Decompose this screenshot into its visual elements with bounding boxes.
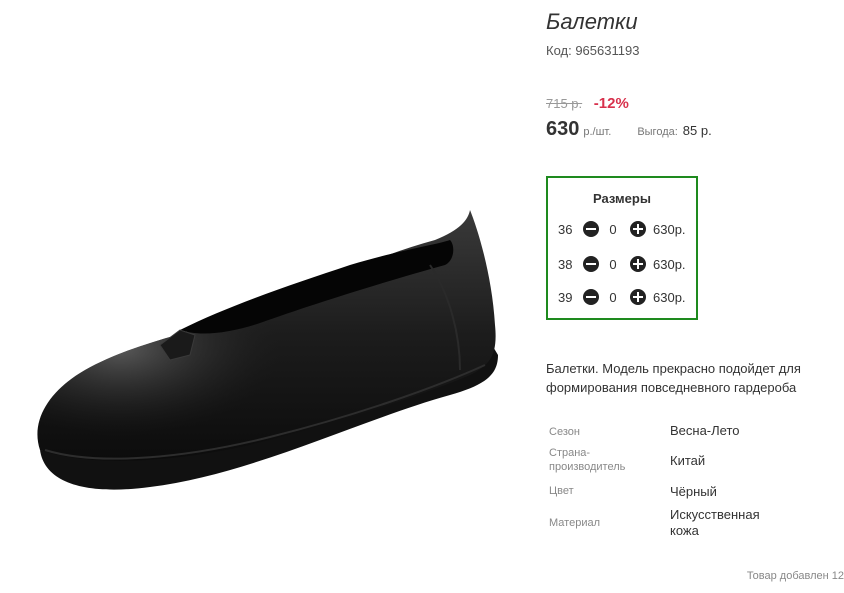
size-price: 630р.: [653, 256, 686, 272]
product-description: Балетки. Модель прекрасно подойдет для ф…: [546, 361, 801, 395]
size-row: 39 0 630р.: [558, 288, 698, 306]
spec-value: Весна-Лето: [670, 423, 740, 438]
spec-label: Цвет: [549, 485, 574, 497]
spec-label: Материал: [549, 517, 600, 529]
price-unit: р./шт.: [583, 126, 612, 138]
size-row: 36 0 630р.: [558, 220, 698, 238]
increase-quantity-button[interactable]: [630, 221, 646, 237]
decrease-quantity-button[interactable]: [583, 221, 599, 237]
quantity-value: 0: [609, 289, 617, 305]
decrease-quantity-button[interactable]: [583, 289, 599, 305]
price-row: 630 р./шт. Выгода: 85 р.: [546, 118, 836, 141]
product-image[interactable]: [30, 205, 500, 505]
old-price: 715 р.: [546, 96, 583, 111]
size-row: 38 0 630р.: [558, 255, 698, 273]
quantity-value: 0: [609, 221, 617, 237]
benefit-label: Выгода:: [637, 126, 678, 138]
discount-badge: -12%: [593, 95, 629, 112]
product-code: Код: 965631193: [546, 43, 640, 58]
spec-value: Искусственная кожа: [670, 507, 760, 538]
added-date-text: Товар добавлен 12: [746, 570, 844, 582]
increase-quantity-button[interactable]: [630, 289, 646, 305]
spec-label: Страна-производитель: [549, 447, 626, 473]
benefit-value: 85 р.: [682, 123, 712, 138]
spec-value: Китай: [670, 453, 706, 468]
size-price: 630р.: [653, 289, 686, 305]
increase-quantity-button[interactable]: [630, 256, 646, 272]
sizes-panel: Размеры 36 0 630р. 38 0 630р. 39 0 630р.: [546, 176, 698, 320]
spec-value: Чёрный: [670, 484, 717, 499]
size-number: 38: [558, 256, 573, 272]
sizes-title: Размеры: [593, 191, 651, 206]
price-value: 630: [546, 118, 580, 140]
old-price-row: 715 р. -12%: [546, 95, 629, 112]
decrease-quantity-button[interactable]: [583, 256, 599, 272]
quantity-value: 0: [609, 256, 617, 272]
size-number: 39: [558, 289, 573, 305]
product-title: Балетки: [546, 9, 638, 34]
spec-label: Сезон: [549, 426, 580, 438]
size-number: 36: [558, 221, 573, 237]
size-price: 630р.: [653, 221, 686, 237]
